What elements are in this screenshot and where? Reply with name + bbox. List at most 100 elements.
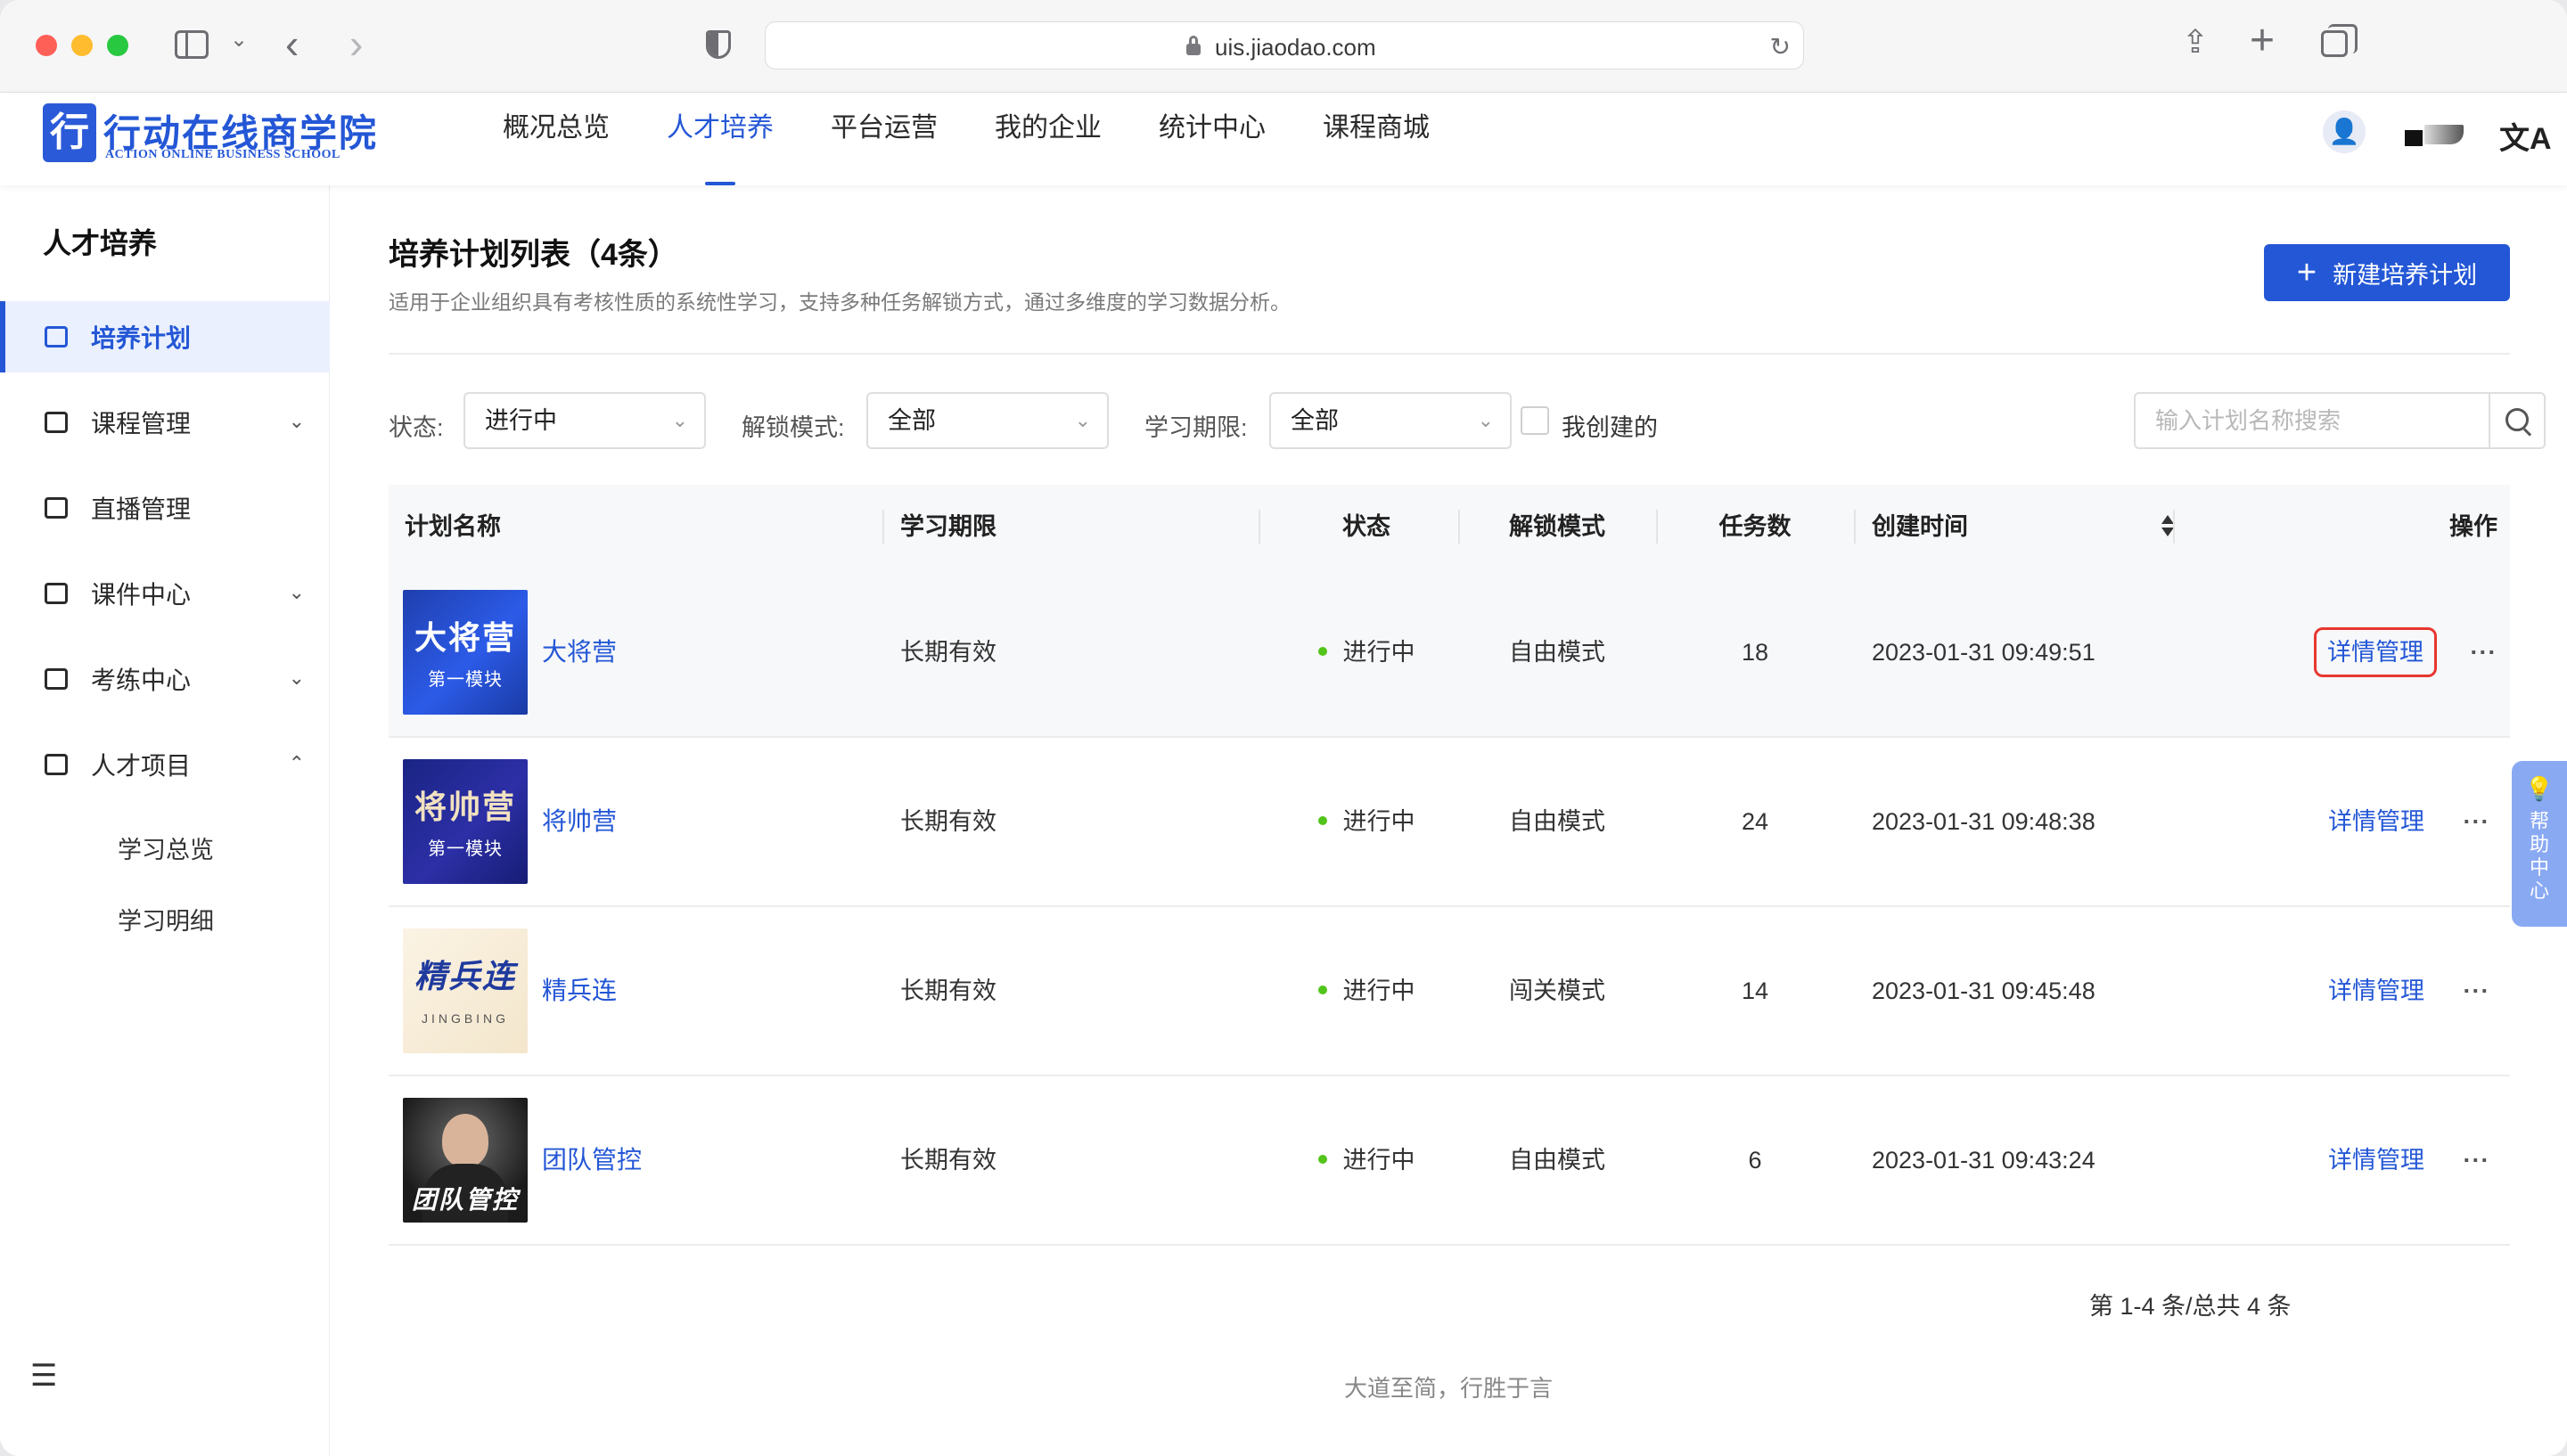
close-window-button[interactable] (36, 35, 57, 56)
reload-icon[interactable]: ↻ (1770, 32, 1791, 61)
column-header-actions: 操作 (2449, 513, 2497, 540)
footer-slogan: 大道至简，行胜于言 (1343, 1375, 1553, 1402)
column-header-period: 学习期限 (900, 513, 996, 540)
thumbnail-title: 将帅营 (414, 789, 516, 825)
task-count-cell: 14 (1741, 977, 1769, 1004)
nav-course-mall[interactable]: 课程商城 (1323, 93, 1430, 185)
sidebar-subitem-learning-detail[interactable]: 学习明细 (0, 886, 330, 957)
sidebar-item-course-management[interactable]: 课程管理 ⌄ (0, 387, 330, 458)
chevron-down-icon: ⌄ (288, 667, 305, 689)
nav-statistics[interactable]: 统计中心 (1159, 93, 1266, 185)
avatar[interactable]: 👤 (2323, 110, 2366, 153)
plan-thumbnail[interactable]: 精兵连 JINGBING (403, 928, 528, 1053)
search-input[interactable]: 输入计划名称搜索 (2134, 392, 2490, 449)
help-center-button[interactable]: 💡 帮助中心 (2512, 761, 2567, 927)
column-separator (1458, 510, 1460, 544)
column-separator (2173, 510, 2175, 544)
privacy-shield-icon[interactable] (706, 30, 731, 59)
nav-my-company[interactable]: 我的企业 (995, 93, 1102, 185)
pagination-summary: 第 1-4 条/总共 4 条 (2089, 1293, 2292, 1320)
created-by-me-checkbox[interactable] (1521, 406, 1549, 435)
search-icon[interactable] (2489, 392, 2546, 449)
unlock-mode-cell: 自由模式 (1509, 808, 1605, 835)
collapse-menu-icon[interactable]: ☰ (30, 1358, 57, 1394)
created-time-cell: 2023-01-31 09:48:38 (1872, 808, 2095, 835)
person-photo-icon (442, 1114, 488, 1167)
logo[interactable]: 行 行动在线商学院 ACTION ONLINE BUSINESS SCHOOL (43, 103, 381, 168)
more-options-icon[interactable]: ··· (2464, 1147, 2490, 1174)
more-options-icon[interactable]: ··· (2464, 977, 2490, 1004)
unlock-mode-cell: 自由模式 (1509, 1147, 1605, 1174)
actions-cell: 详情管理 ··· (2328, 1076, 2490, 1244)
new-training-plan-label: 新建培养计划 (2333, 261, 2478, 289)
user-name-redacted[interactable] (2403, 123, 2464, 146)
created-by-me-label[interactable]: 我创建的 (1562, 408, 1658, 443)
column-header-task-count: 任务数 (1718, 513, 1792, 540)
plan-name-link[interactable]: 大将营 (542, 568, 617, 736)
sidebar-item-label: 培养计划 (91, 324, 192, 352)
column-separator (1854, 510, 1856, 544)
plan-thumbnail[interactable]: 将帅营 第一模块 (403, 759, 528, 884)
plan-thumbnail[interactable]: 大将营 第一模块 (403, 590, 528, 715)
sidebar-item-live-management[interactable]: 直播管理 (0, 472, 330, 544)
forward-arrow-icon[interactable]: › (349, 20, 363, 68)
column-header-created-time[interactable]: 创建时间 (1872, 485, 2184, 568)
table-row: 精兵连 JINGBING 精兵连 长期有效 进行中 闯关模式 14 2023-0… (389, 907, 2510, 1076)
chevron-down-icon: ⌄ (288, 581, 305, 603)
address-bar[interactable]: uis.jiaodao.com ↻ (765, 21, 1804, 70)
sidebar-item-talent-project[interactable]: 人才项目 ⌃ (0, 729, 330, 800)
period-select[interactable]: 全部 ⌄ (1269, 392, 1512, 449)
status-filter-select[interactable]: 进行中 ⌄ (463, 392, 706, 449)
sidebar-item-exam-center[interactable]: 考练中心 ⌄ (0, 643, 330, 715)
status-dot-icon (1317, 985, 1327, 994)
tab-overview-icon[interactable] (2321, 24, 2358, 57)
detail-manage-link[interactable]: 详情管理 (2328, 808, 2424, 835)
sidebar-title: 人才培养 (43, 227, 158, 259)
search-placeholder: 输入计划名称搜索 (2155, 407, 2341, 434)
unlock-mode-value: 全部 (888, 407, 936, 434)
sidebar-subitem-learning-overview[interactable]: 学习总览 (0, 814, 330, 886)
share-icon[interactable]: ⇪ (2182, 23, 2209, 61)
project-icon (45, 754, 68, 775)
minimize-window-button[interactable] (71, 35, 93, 56)
sidebar-item-courseware-center[interactable]: 课件中心 ⌄ (0, 558, 330, 629)
table-row: 大将营 第一模块 大将营 长期有效 进行中 自由模式 18 2023-01-31… (389, 568, 2510, 738)
plan-name-link[interactable]: 精兵连 (542, 907, 617, 1075)
plan-thumbnail[interactable]: 团队管控 (403, 1098, 528, 1223)
new-tab-icon[interactable]: + (2250, 16, 2275, 65)
status-cell: 进行中 (1280, 568, 1453, 736)
plan-name-link[interactable]: 团队管控 (542, 1076, 642, 1244)
app-header: 行 行动在线商学院 ACTION ONLINE BUSINESS SCHOOL … (0, 93, 2567, 185)
sidebar-toggle-icon[interactable] (175, 30, 209, 59)
detail-manage-link[interactable]: 详情管理 (2314, 627, 2437, 677)
more-options-icon[interactable]: ··· (2464, 808, 2490, 835)
detail-manage-link[interactable]: 详情管理 (2328, 977, 2424, 1004)
status-cell: 进行中 (1280, 907, 1453, 1075)
actions-cell: 详情管理 ··· (2328, 907, 2490, 1075)
actions-cell: 详情管理 ··· (2328, 738, 2490, 905)
chevron-down-icon[interactable]: ⌄ (230, 27, 248, 53)
status-text: 进行中 (1342, 808, 1415, 835)
status-dot-icon (1317, 646, 1327, 656)
new-training-plan-button[interactable]: + 新建培养计划 (2264, 244, 2510, 301)
main-content: 培养计划列表（4条） 适用于企业组织具有考核性质的系统性学习，支持多种任务解锁方… (330, 185, 2567, 1456)
period-cell: 长期有效 (900, 808, 996, 835)
nav-talent-training[interactable]: 人才培养 (667, 93, 774, 185)
thumbnail-title: 精兵连 (414, 959, 516, 994)
detail-manage-link[interactable]: 详情管理 (2328, 1147, 2424, 1174)
unlock-filter-label: 解锁模式: (742, 414, 845, 441)
nav-overview[interactable]: 概况总览 (503, 93, 610, 185)
more-options-icon[interactable]: ··· (2471, 639, 2497, 666)
nav-platform-operations[interactable]: 平台运营 (831, 93, 938, 185)
sidebar-item-training-plan[interactable]: 培养计划 (0, 301, 330, 372)
created-time-cell: 2023-01-31 09:45:48 (1872, 977, 2095, 1004)
period-cell: 长期有效 (900, 639, 996, 666)
filter-bar: 状态: 进行中 ⌄ 解锁模式: 全部 ⌄ 学习期限: 全部 ⌄ 我创建的 输入计… (389, 392, 2546, 449)
back-arrow-icon[interactable]: ‹ (285, 20, 299, 68)
zoom-window-button[interactable] (107, 35, 128, 56)
unlock-mode-select[interactable]: 全部 ⌄ (866, 392, 1109, 449)
created-time-label: 创建时间 (1872, 513, 1968, 540)
translate-icon[interactable]: 文A (2499, 114, 2552, 158)
plan-name-link[interactable]: 将帅营 (542, 738, 617, 905)
unlock-mode-cell: 自由模式 (1509, 639, 1605, 666)
